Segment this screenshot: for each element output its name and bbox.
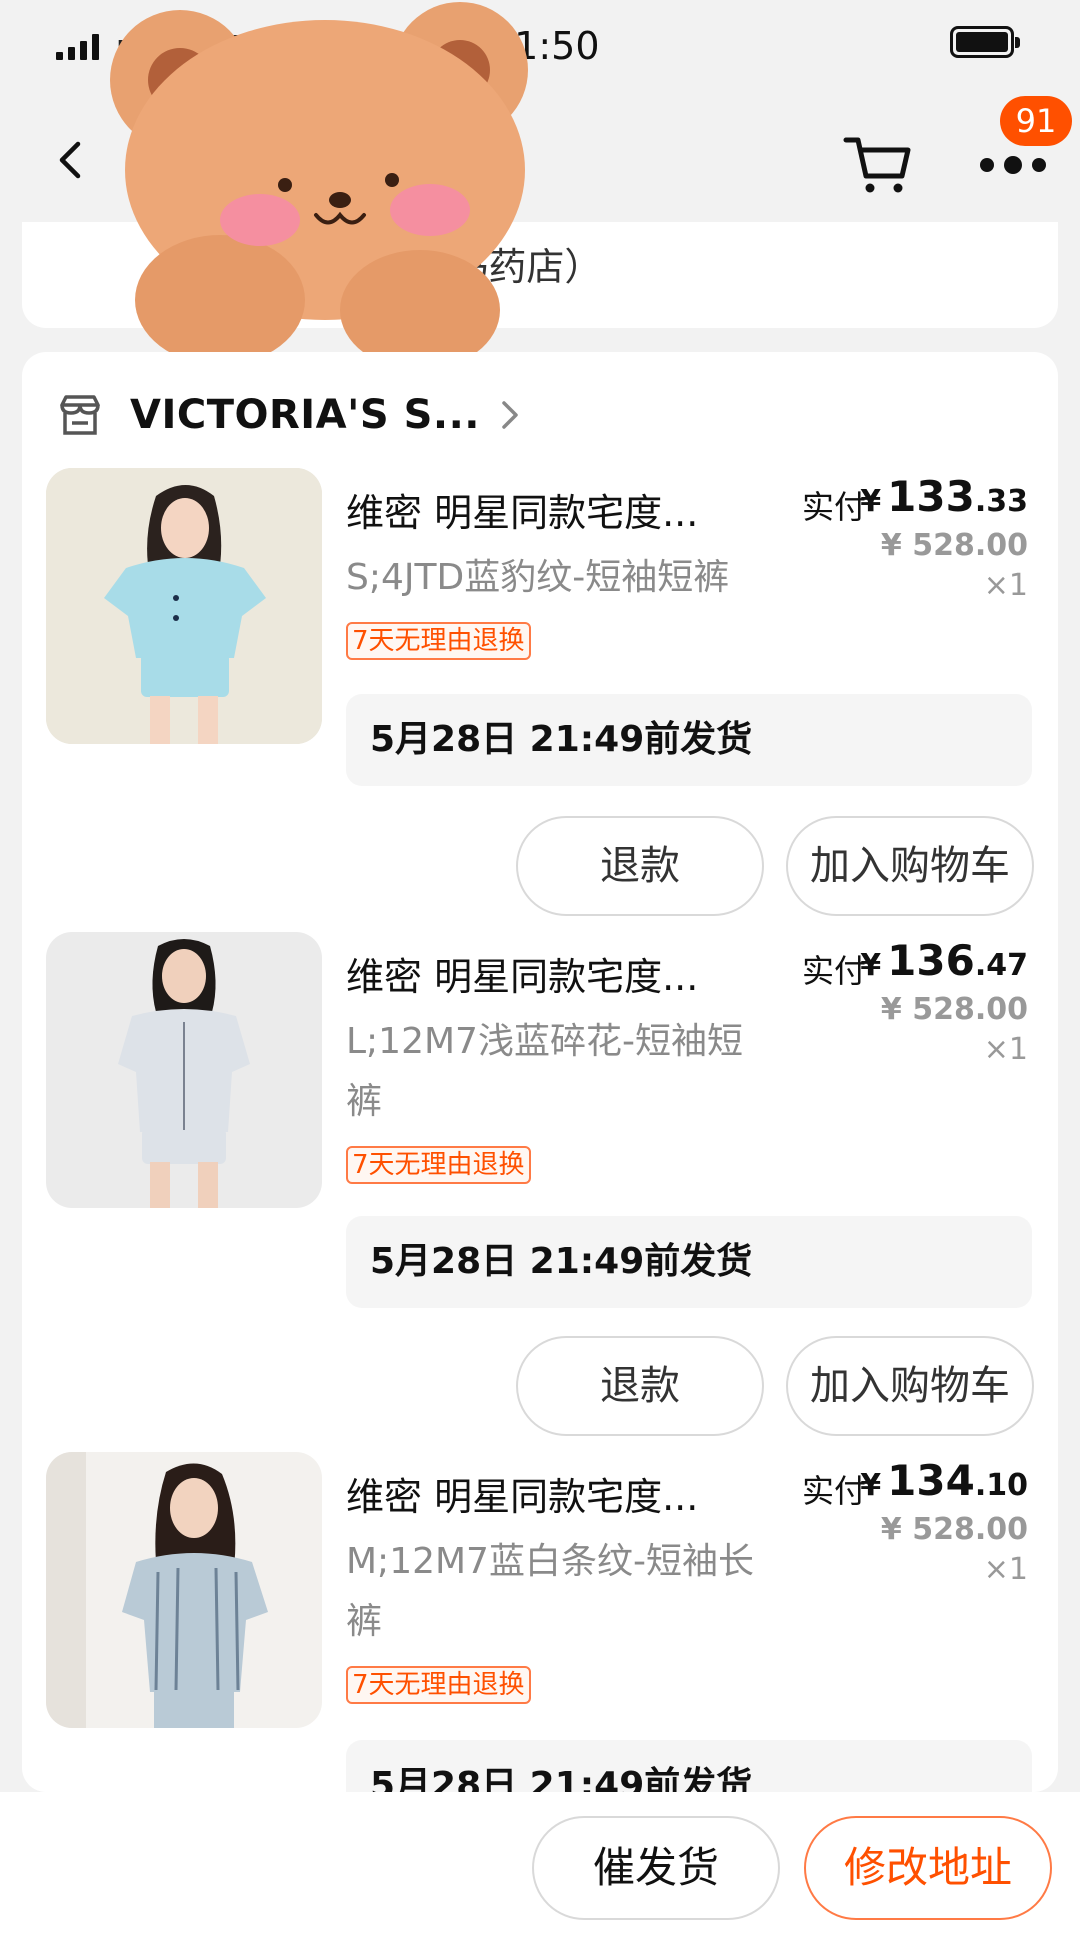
paid-price: ¥134.10: [860, 1456, 1028, 1505]
price-decimal: .47: [974, 948, 1028, 983]
original-price: ¥ 528.00: [880, 528, 1028, 563]
chevron-right-icon: [502, 401, 518, 429]
carrier-label: 中国联通: [116, 32, 252, 72]
bottom-action-bar: 催发货 修改地址: [0, 1792, 1080, 1944]
address-line: 6-20 店铺（新华书药店）: [162, 245, 603, 289]
product-thumbnail[interactable]: [46, 932, 322, 1208]
currency-symbol: ¥: [860, 948, 882, 983]
price-integer: 136: [887, 936, 975, 985]
status-time: 21:50: [490, 24, 600, 68]
modify-address-button[interactable]: 修改地址: [804, 1816, 1052, 1920]
order-card: VICTORIA'S S... 维密 明星同款宅度... S;4JTD蓝豹纹-短…: [22, 352, 1058, 1792]
price-integer: 133: [887, 472, 975, 521]
price-decimal: .10: [974, 1468, 1028, 1503]
ship-deadline: 5月28日 21:49前发货: [346, 694, 1032, 786]
add-to-cart-button[interactable]: 加入购物车: [786, 816, 1034, 916]
return-policy-tag: 7天无理由退换: [346, 622, 531, 660]
product-image: [46, 932, 322, 1208]
quantity: ×1: [983, 1032, 1028, 1067]
paid-label: 实付: [801, 1472, 866, 1510]
product-title: 维密 明星同款宅度...: [346, 955, 699, 999]
currency-symbol: ¥: [860, 1468, 882, 1503]
message-count-badge: 91: [1000, 96, 1072, 146]
return-policy-tag: 7天无理由退换: [346, 1666, 531, 1704]
product-sku: L;12M7浅蓝碎花-短袖短裤: [346, 1021, 743, 1122]
product-title: 维密 明星同款宅度...: [346, 491, 699, 535]
refund-button[interactable]: 退款: [516, 1336, 764, 1436]
product-sku: S;4JTD蓝豹纹-短袖短裤: [346, 557, 730, 598]
product-image: [46, 1452, 322, 1728]
ship-deadline: 5月28日 21:49前发货: [346, 1740, 1032, 1792]
product-thumbnail[interactable]: [46, 1452, 322, 1728]
cart-icon[interactable]: [838, 122, 918, 202]
signal-icon: [56, 34, 99, 60]
ship-deadline: 5月28日 21:49前发货: [346, 1216, 1032, 1308]
original-price: ¥ 528.00: [880, 992, 1028, 1027]
product-thumbnail[interactable]: [46, 468, 322, 744]
price-integer: 134: [887, 1456, 975, 1505]
address-card[interactable]: 6-20 店铺（新华书药店）: [22, 222, 1058, 328]
battery-icon: [950, 26, 1020, 58]
product-title: 维密 明星同款宅度...: [346, 1475, 699, 1519]
nav-bar: 买家已付款: [0, 100, 1080, 220]
product-sku: M;12M7蓝白条纹-短袖长裤: [346, 1541, 754, 1642]
original-price: ¥ 528.00: [880, 1512, 1028, 1547]
back-arrow-icon[interactable]: [42, 130, 102, 190]
paid-label: 实付: [801, 488, 866, 526]
paid-price: ¥136.47: [860, 936, 1028, 985]
shop-name: VICTORIA'S S...: [130, 392, 480, 438]
currency-symbol: ¥: [860, 484, 882, 519]
paid-price: ¥133.33: [860, 472, 1028, 521]
return-policy-tag: 7天无理由退换: [346, 1146, 531, 1184]
page-title: 买家已付款: [128, 143, 348, 194]
quantity: ×1: [983, 1552, 1028, 1587]
price-decimal: .33: [974, 484, 1028, 519]
refund-button[interactable]: 退款: [516, 816, 764, 916]
status-bar: 中国联通 21:50: [0, 0, 1080, 100]
shop-header[interactable]: VICTORIA'S S...: [56, 380, 522, 450]
store-icon: [60, 395, 100, 435]
quantity: ×1: [983, 568, 1028, 603]
product-image: [46, 468, 322, 744]
urge-shipment-button[interactable]: 催发货: [532, 1816, 780, 1920]
add-to-cart-button[interactable]: 加入购物车: [786, 1336, 1034, 1436]
paid-label: 实付: [801, 952, 866, 990]
